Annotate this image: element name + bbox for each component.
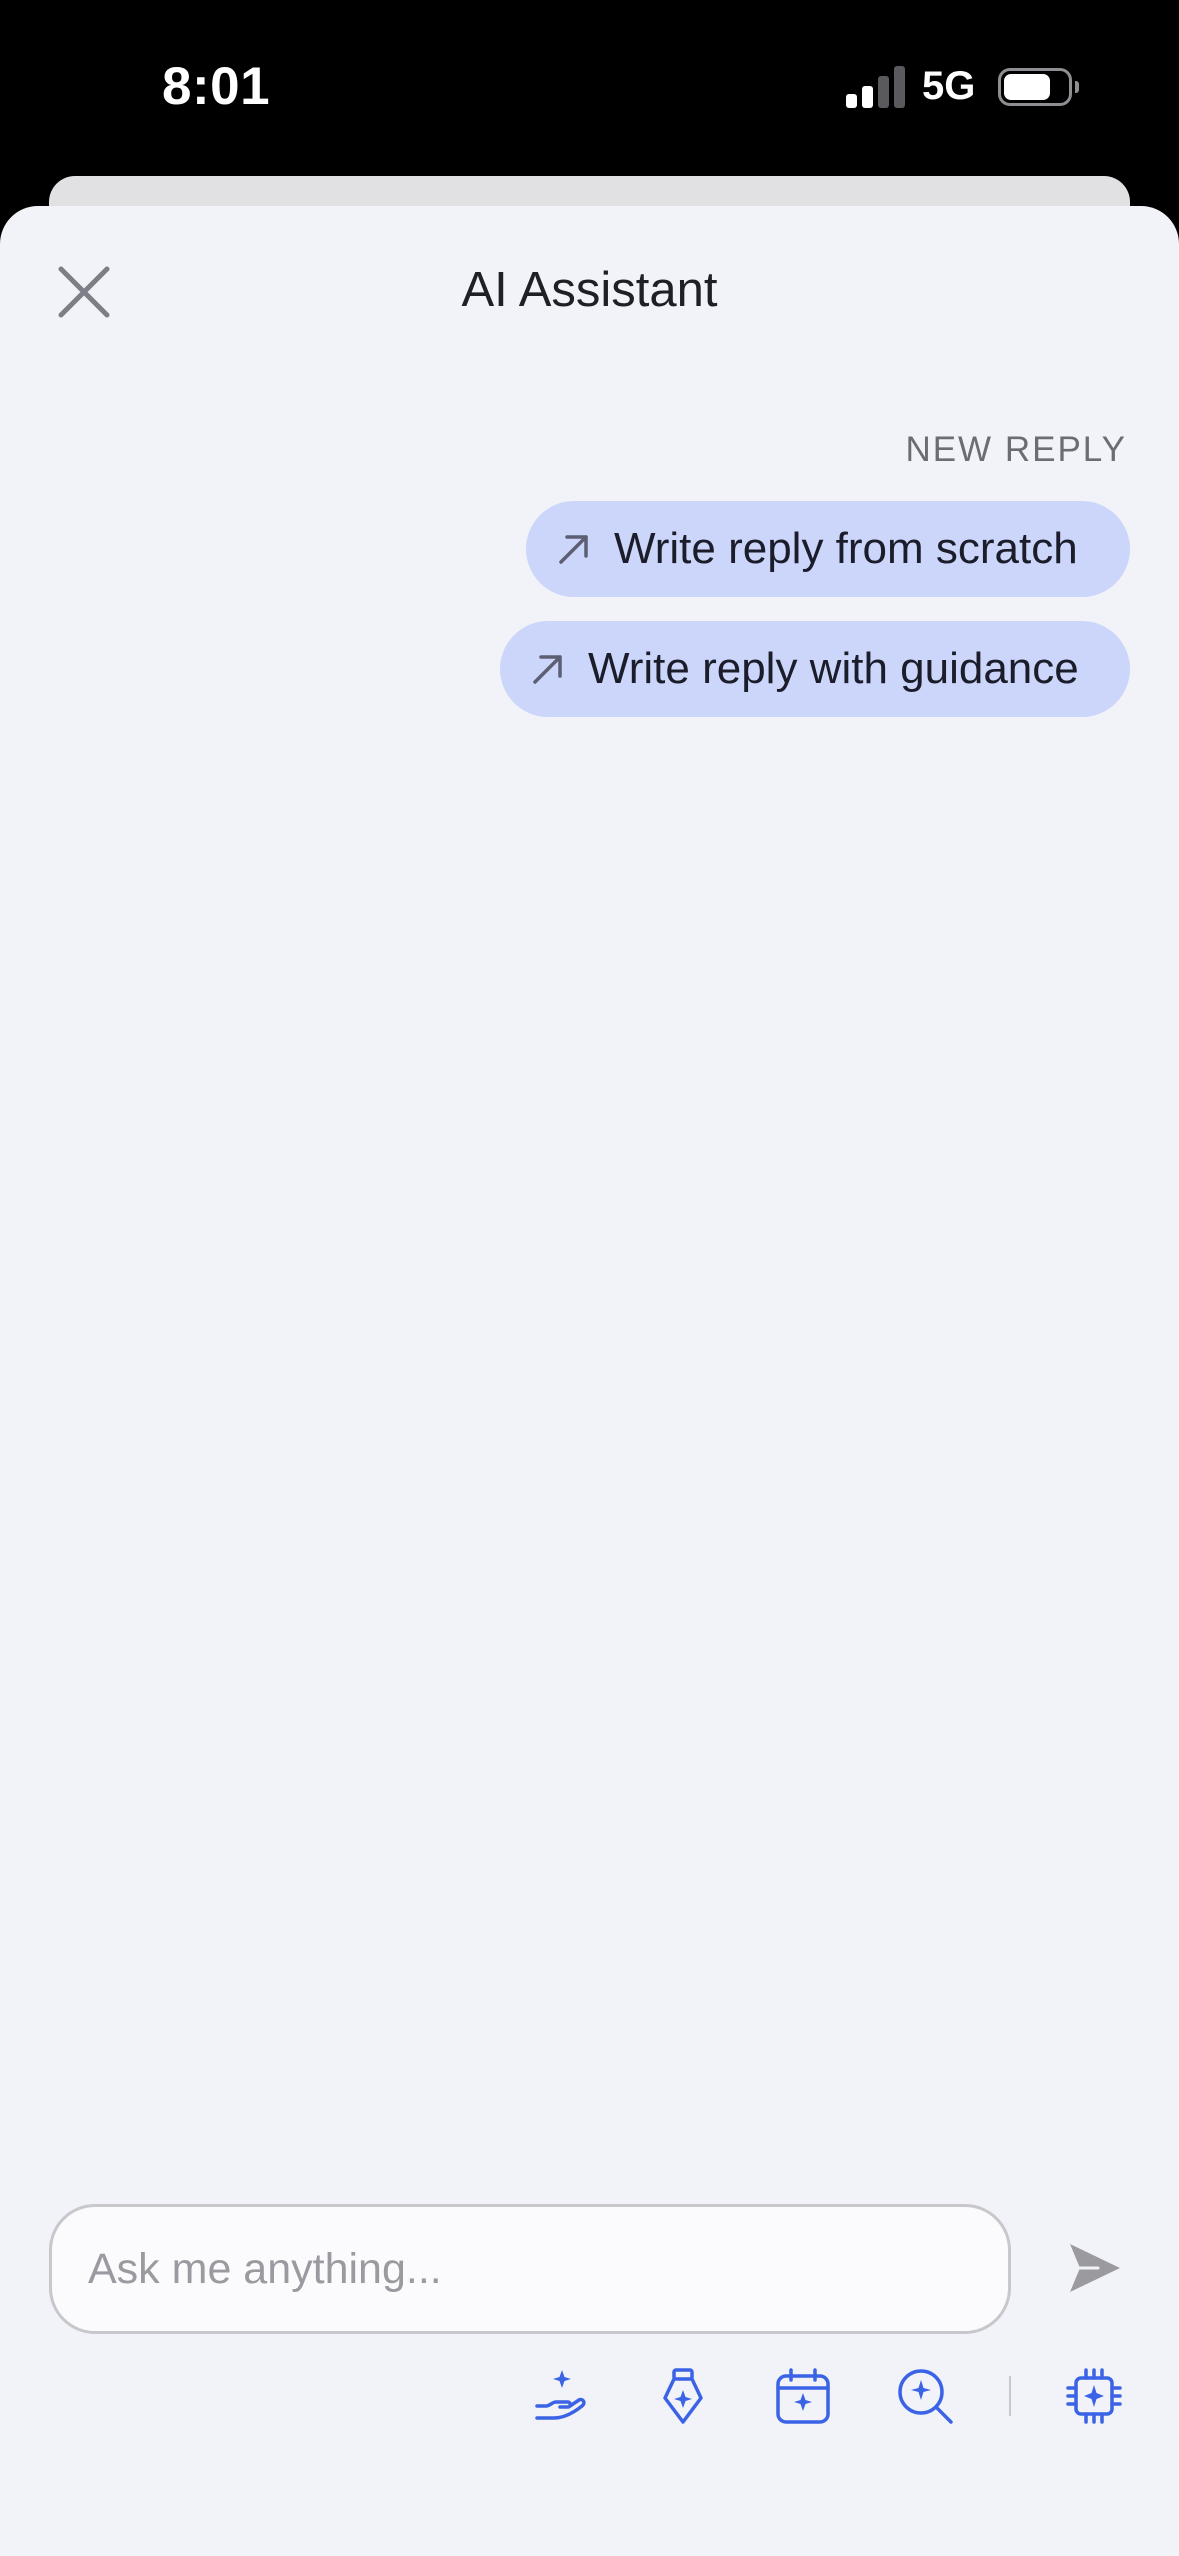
status-bar: 8:01 5G [0,0,1179,175]
page-title: AI Assistant [461,263,718,317]
signal-strength-icon [846,64,906,108]
signal-bar [878,76,889,108]
search-sparkle-icon [898,2369,953,2424]
status-time: 8:01 [162,57,271,116]
suggestion-label: Write reply from scratch [614,524,1078,573]
chip-sparkle-icon [1066,2368,1122,2424]
section-label-new-reply: NEW REPLY [905,430,1127,469]
calendar-sparkle-icon [776,2368,830,2424]
arrow-up-right-icon [533,655,562,684]
signal-bar [894,66,905,108]
toolbar-divider [1009,2376,1011,2416]
hand-sparkle-icon [535,2370,586,2420]
signal-bar [846,94,857,108]
hand-sparkle-button[interactable] [530,2364,594,2428]
search-sparkle-button[interactable] [893,2364,957,2428]
suggestion-label: Write reply with guidance [588,644,1079,693]
write-reply-from-scratch-button[interactable]: Write reply from scratch [526,501,1130,597]
chip-sparkle-button[interactable] [1062,2364,1126,2428]
write-reply-with-guidance-button[interactable]: Write reply with guidance [500,621,1130,717]
send-icon [1070,2244,1120,2292]
pen-sparkle-icon [663,2368,703,2424]
calendar-sparkle-button[interactable] [771,2364,835,2428]
signal-bar [862,86,873,108]
send-button[interactable] [1062,2236,1126,2300]
battery-icon [998,68,1079,106]
network-type: 5G [922,64,976,108]
pen-sparkle-button[interactable] [651,2364,715,2428]
arrow-up-right-icon [559,535,588,564]
ask-input[interactable] [49,2204,1011,2334]
